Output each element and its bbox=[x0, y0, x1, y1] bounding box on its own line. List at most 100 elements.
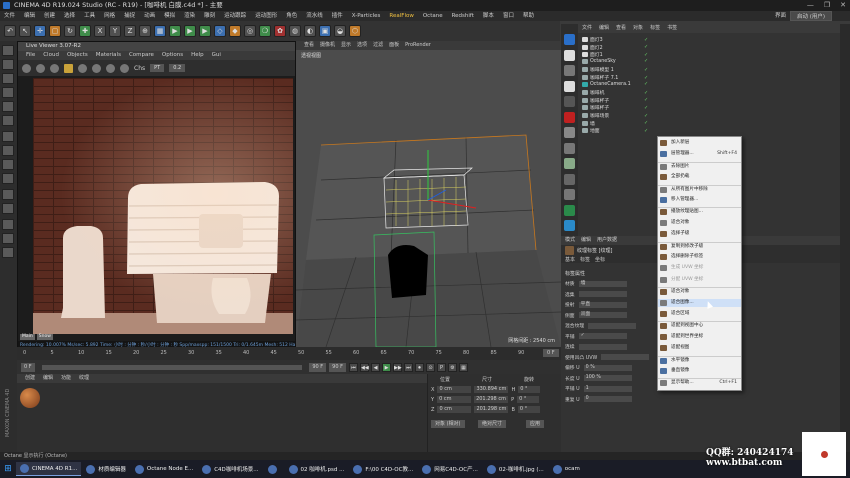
object-row[interactable]: 咖啡模型 1 ✓ bbox=[582, 66, 648, 73]
context-menu-item[interactable]: 全部扔载 bbox=[658, 173, 741, 181]
transport-button[interactable]: ⏭ bbox=[404, 362, 413, 372]
transport-button[interactable]: ⊙ bbox=[426, 362, 435, 372]
menu-item[interactable]: 网格 bbox=[104, 11, 115, 21]
toolbar-tool-icon[interactable]: ◎ bbox=[244, 25, 256, 37]
octane-tool-icon[interactable] bbox=[564, 65, 575, 76]
render-stop-icon[interactable] bbox=[50, 63, 59, 73]
visibility-check-icon[interactable]: ✓ bbox=[644, 120, 648, 126]
minimize-button[interactable]: — bbox=[807, 0, 814, 11]
visibility-check-icon[interactable]: ✓ bbox=[644, 58, 648, 64]
liveviewer-menu-item[interactable]: Materials bbox=[96, 51, 121, 60]
toolbar-tool-icon[interactable]: ❍ bbox=[259, 25, 271, 37]
context-menu-item[interactable]: 移入管理器... bbox=[658, 196, 741, 204]
toolbar-tool-icon[interactable]: ▣ bbox=[319, 25, 331, 37]
object-menu-item[interactable]: 编辑 bbox=[599, 24, 609, 33]
menu-item[interactable]: 模拟 bbox=[164, 11, 175, 21]
context-menu-item[interactable]: 从所有图片中移除 bbox=[658, 184, 741, 193]
tool-mode-icon[interactable] bbox=[2, 145, 14, 156]
toolbar-tool-icon[interactable]: ▶ bbox=[184, 25, 196, 37]
toolbar-tool-icon[interactable]: ▶ bbox=[199, 25, 211, 37]
context-menu-item[interactable]: 垂直镜像 bbox=[658, 367, 741, 375]
transport-button[interactable]: ▦ bbox=[459, 362, 468, 372]
visibility-check-icon[interactable]: ✓ bbox=[644, 105, 648, 111]
attribute-value-field[interactable]: ✓ bbox=[578, 333, 627, 339]
liveviewer-menu-item[interactable]: Compare bbox=[129, 51, 154, 60]
menu-item[interactable]: 选择 bbox=[64, 11, 75, 21]
range-frame-field[interactable]: 90 F bbox=[329, 362, 346, 372]
menu-item[interactable]: 帮助 bbox=[523, 11, 534, 21]
octane-tool-icon[interactable] bbox=[564, 49, 575, 61]
zoom-field[interactable]: 0.2 bbox=[169, 64, 186, 72]
context-menu-item[interactable]: 播放纹理贴图... bbox=[658, 207, 741, 216]
visibility-check-icon[interactable]: ✓ bbox=[644, 67, 648, 73]
attribute-subtab[interactable]: 标签 bbox=[580, 256, 590, 263]
toolbar-tool-icon[interactable]: ⬡ bbox=[349, 25, 361, 37]
attribute-value-field[interactable] bbox=[588, 322, 637, 329]
menu-item[interactable]: 工具 bbox=[84, 11, 95, 21]
tool-mode-icon[interactable] bbox=[2, 189, 14, 200]
object-row[interactable]: 咖啡机 ✓ bbox=[582, 89, 648, 96]
context-menu-item[interactable]: 水平镜像 bbox=[658, 355, 741, 364]
menu-item[interactable]: Octane bbox=[423, 11, 443, 21]
object-menu-item[interactable]: 标签 bbox=[650, 24, 660, 33]
menu-item[interactable]: 流水线 bbox=[306, 11, 323, 21]
position-field[interactable]: 0 cm bbox=[437, 406, 472, 413]
tool-mode-icon[interactable] bbox=[2, 73, 14, 84]
region-icon[interactable] bbox=[120, 63, 129, 73]
menu-item[interactable]: 文件 bbox=[4, 11, 15, 21]
viewport-menu-item[interactable]: 面板 bbox=[389, 41, 399, 50]
attribute-value-field[interactable]: 0 bbox=[583, 396, 632, 402]
toolbar-tool-icon[interactable]: ◐ bbox=[304, 25, 316, 37]
object-menu-item[interactable]: 书签 bbox=[667, 24, 677, 33]
tool-mode-icon[interactable] bbox=[2, 131, 14, 142]
viewport-menu-item[interactable]: 查看 bbox=[304, 41, 314, 50]
toolbar-tool-icon[interactable]: Y bbox=[109, 25, 121, 37]
windows-start-icon[interactable]: ⊞ bbox=[0, 462, 16, 476]
menu-item[interactable]: 雕刻 bbox=[204, 11, 215, 21]
maximize-button[interactable]: ❐ bbox=[824, 0, 830, 11]
object-row[interactable]: 咖啡杯子 ✓ bbox=[582, 97, 648, 104]
liveviewer-menu-item[interactable]: Cloud bbox=[43, 51, 59, 60]
attribute-menu-item[interactable]: 模式 bbox=[565, 236, 575, 245]
menu-item[interactable]: 运动图形 bbox=[255, 11, 277, 21]
tool-mode-icon[interactable] bbox=[2, 115, 14, 126]
menu-item[interactable]: RealFlow bbox=[389, 11, 413, 21]
material-menu-item[interactable]: 纹理 bbox=[79, 374, 89, 383]
object-menu-item[interactable]: 查看 bbox=[616, 24, 626, 33]
visibility-check-icon[interactable]: ✓ bbox=[644, 75, 648, 81]
liveviewer-menu-item[interactable]: Gui bbox=[212, 51, 221, 60]
visibility-check-icon[interactable]: ✓ bbox=[644, 90, 648, 96]
transport-button[interactable]: ⚙ bbox=[448, 362, 457, 372]
attribute-value-field[interactable]: 1 bbox=[583, 385, 632, 392]
object-row[interactable]: 面灯2 ✓ bbox=[582, 44, 648, 51]
transport-button[interactable]: ⏮ bbox=[349, 362, 358, 372]
liveviewer-menu-item[interactable]: File bbox=[26, 51, 35, 60]
context-menu-item[interactable]: 分配 UVW 坐标 bbox=[658, 276, 741, 284]
visibility-check-icon[interactable]: ✓ bbox=[644, 52, 648, 58]
context-menu-item[interactable]: 复制到修改子级 bbox=[658, 241, 741, 250]
liveviewer-menu-item[interactable]: Help bbox=[191, 51, 204, 60]
toolbar-tool-icon[interactable]: ⊕ bbox=[139, 25, 151, 37]
taskbar-item[interactable]: F:\00 C4D-OC教... bbox=[349, 462, 417, 476]
liveviewer-menu-item[interactable]: Objects bbox=[67, 51, 88, 60]
attribute-value-field[interactable] bbox=[578, 291, 627, 297]
tool-mode-icon[interactable] bbox=[2, 247, 14, 258]
octane-tool-icon[interactable] bbox=[564, 189, 575, 200]
toolbar-tool-icon[interactable]: ↶ bbox=[4, 25, 16, 37]
toolbar-tool-icon[interactable]: ▶ bbox=[169, 25, 181, 37]
viewport-menu-item[interactable]: 过滤 bbox=[373, 41, 383, 50]
toolbar-tool-icon[interactable]: ◒ bbox=[334, 25, 346, 37]
end-frame-field[interactable]: 90 F bbox=[309, 362, 327, 372]
object-row[interactable]: 面灯3 ✓ bbox=[582, 36, 648, 43]
tool-mode-icon[interactable] bbox=[2, 101, 14, 112]
context-menu-item[interactable]: 选择子级 bbox=[658, 230, 741, 238]
toolbar-tool-icon[interactable]: ✛ bbox=[34, 25, 46, 37]
attribute-menu-item[interactable]: 编辑 bbox=[581, 236, 591, 245]
octane-tool-icon[interactable] bbox=[564, 142, 575, 154]
menu-item[interactable]: Redshift bbox=[452, 11, 474, 21]
context-menu-item[interactable]: 显示帮助... Ctrl+F1 bbox=[658, 378, 741, 387]
toolbar-tool-icon[interactable]: ✚ bbox=[79, 25, 91, 37]
taskbar-item[interactable]: CINEMA 4D R1... bbox=[16, 462, 82, 476]
attribute-value-field[interactable] bbox=[601, 354, 650, 360]
menu-item[interactable]: 脚本 bbox=[483, 11, 494, 21]
